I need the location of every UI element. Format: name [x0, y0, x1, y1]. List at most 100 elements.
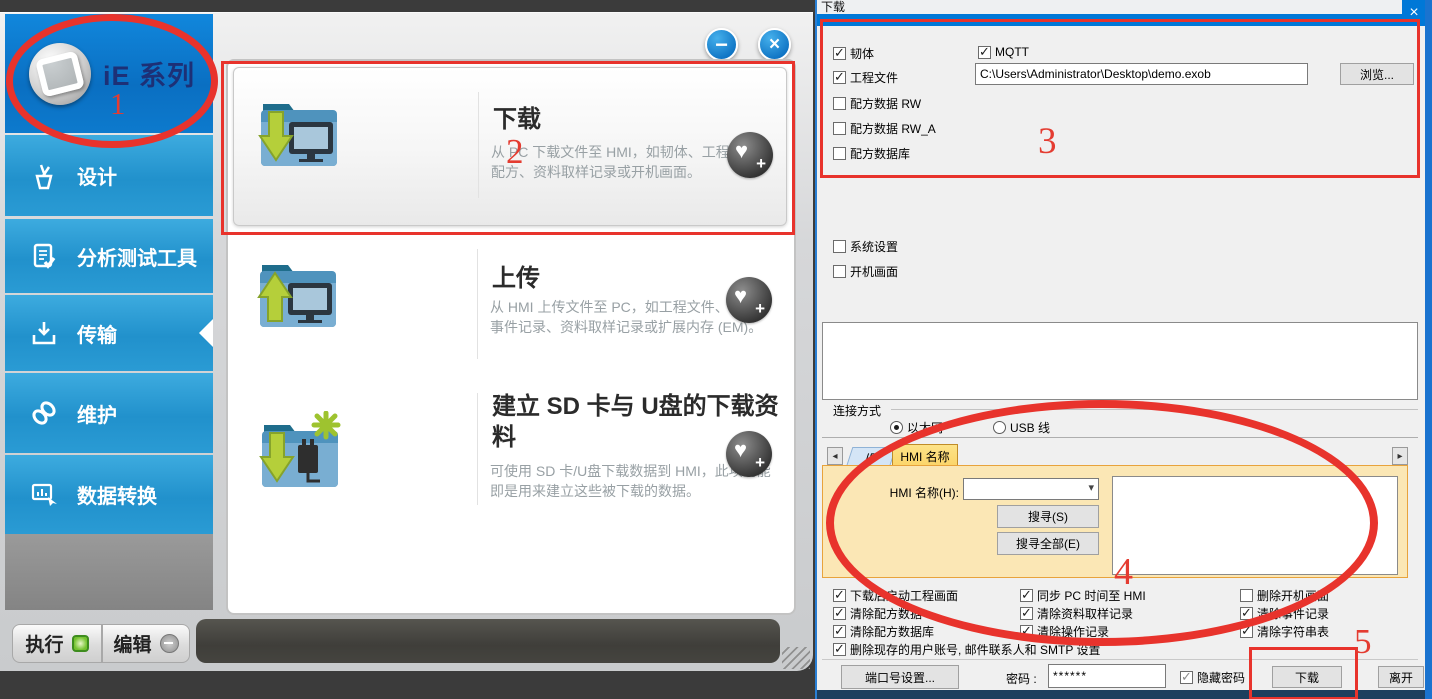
tab-scroll-right-button[interactable]: ▸	[1392, 447, 1408, 465]
checkbox-box	[1020, 589, 1033, 602]
checkbox-label: 隐藏密码	[1197, 669, 1245, 686]
radio-ring	[890, 421, 903, 434]
hmi-name-combobox[interactable]: ▾	[963, 478, 1099, 500]
checkbox-label: MQTT	[995, 45, 1029, 59]
search-all-button[interactable]: 搜寻全部(E)	[997, 532, 1099, 555]
heart-icon: ♥	[734, 283, 747, 309]
edit-button[interactable]: 编辑	[102, 624, 190, 663]
plus-icon: +	[756, 154, 766, 174]
close-icon: ×	[769, 34, 780, 56]
port-settings-label: 端口号设置...	[865, 669, 935, 686]
brand-logo-icon	[29, 43, 91, 105]
sidebar-item-analysis-tools[interactable]: 分析测试工具	[5, 219, 213, 293]
dialog-left-frame	[815, 0, 817, 699]
checkbox-recipe-rw-a[interactable]: 配方数据 RW_A	[833, 120, 936, 137]
sidebar-item-label: 数据转换	[77, 480, 157, 509]
search-button[interactable]: 搜寻(S)	[997, 505, 1099, 528]
checkbox-label: 清除配方数据库	[850, 623, 934, 640]
design-pen-icon	[29, 161, 59, 191]
checkbox-box	[978, 46, 991, 59]
checkbox-run-project-after-download[interactable]: 下载后启动工程画面	[833, 587, 958, 604]
checkbox-clear-recipe-data[interactable]: 清除配方数据	[833, 605, 922, 622]
checkbox-firmware[interactable]: 韧体	[833, 45, 874, 62]
card-upload[interactable]: 上传 从 HMI 上传文件至 PC，如工程文件、配方、 事件记录、资料取样记录或…	[233, 233, 785, 389]
message-listbox[interactable]	[822, 322, 1418, 400]
sidebar-item-transfer[interactable]: 传输	[5, 295, 213, 371]
checkbox-label: 配方数据 RW_A	[850, 120, 936, 137]
chevron-down-icon: ▾	[1088, 481, 1094, 494]
sidebar-item-data-conversion[interactable]: 数据转换	[5, 455, 213, 534]
transfer-download-icon	[29, 318, 59, 348]
checkbox-box	[833, 625, 846, 638]
sidebar-item-design[interactable]: 设计	[5, 135, 213, 216]
checkbox-recipe-db[interactable]: 配方数据库	[833, 145, 910, 162]
password-input[interactable]	[1048, 664, 1166, 688]
checkbox-label: 开机画面	[850, 263, 898, 280]
close-button[interactable]: ×	[758, 28, 791, 61]
plus-icon: +	[755, 453, 765, 473]
card-title: 下载	[493, 104, 541, 135]
favorite-add-icon[interactable]: ♥ +	[726, 277, 772, 323]
checkbox-delete-boot-screen[interactable]: 删除开机画面	[1240, 587, 1329, 604]
checkbox-label: 系统设置	[850, 238, 898, 255]
maintenance-link-icon	[29, 398, 59, 428]
heart-icon: ♥	[734, 437, 747, 463]
checkbox-clear-operation-log[interactable]: 清除操作记录	[1020, 623, 1109, 640]
dialog-close-button[interactable]: ×	[1404, 2, 1424, 24]
checkbox-clear-sampling-records[interactable]: 清除资料取样记录	[1020, 605, 1133, 622]
project-path-input[interactable]	[975, 63, 1308, 85]
favorite-add-icon[interactable]: ♥ +	[726, 431, 772, 477]
checkbox-box	[1180, 671, 1193, 684]
checkbox-box	[1240, 607, 1253, 620]
tab-hmi-name[interactable]: HMI 名称	[892, 444, 958, 467]
checkbox-clear-event-log[interactable]: 清除事件记录	[1240, 605, 1329, 622]
checkbox-clear-recipe-database[interactable]: 清除配方数据库	[833, 623, 934, 640]
hmi-name-label: HMI 名称(H):	[867, 484, 959, 501]
status-bar	[196, 619, 780, 663]
card-download[interactable]: 下载 从 PC 下载文件至 HMI，如韧体、工程文件、 配方、资料取样记录或开机…	[233, 67, 787, 226]
radio-label: USB 线	[1010, 419, 1050, 436]
checkbox-clear-string-table[interactable]: 清除字符串表	[1240, 623, 1329, 640]
footer-separator	[822, 659, 1418, 660]
checkbox-system-settings[interactable]: 系统设置	[833, 238, 898, 255]
sidebar-item-label: 分析测试工具	[77, 242, 197, 271]
checkbox-mqtt[interactable]: MQTT	[978, 45, 1029, 59]
download-dialog: 下载 × 韧体 MQTT 工程文件 浏览... 配方数据 RW 配方数据 RW_…	[815, 0, 1432, 699]
checkbox-recipe-rw[interactable]: 配方数据 RW	[833, 95, 921, 112]
connection-group-label: 连接方式	[833, 402, 881, 419]
sidebar-item-maintenance[interactable]: 维护	[5, 373, 213, 453]
checkbox-label: 下载后启动工程画面	[850, 587, 958, 604]
hmi-result-listbox[interactable]	[1112, 476, 1398, 575]
sidebar-item-label: 维护	[77, 399, 117, 428]
browse-button[interactable]: 浏览...	[1340, 63, 1414, 85]
checkbox-label: 工程文件	[850, 69, 898, 86]
port-settings-button[interactable]: 端口号设置...	[841, 665, 959, 689]
resize-grip-icon[interactable]	[782, 647, 810, 669]
favorite-add-icon[interactable]: ♥ +	[727, 132, 773, 178]
radio-usb[interactable]: USB 线	[993, 419, 1050, 436]
sidebar-brand: iE 系列	[5, 14, 213, 133]
download-folder-icon	[253, 96, 345, 180]
upload-folder-icon	[252, 257, 344, 341]
run-button-label: 执行	[25, 630, 63, 657]
card-sd-usb[interactable]: 建立 SD 卡与 U盘的下载资料 可使用 SD 卡/U盘下载数据到 HMI，此项…	[233, 391, 785, 549]
checkbox-project-file[interactable]: 工程文件	[833, 69, 898, 86]
checkbox-label: 配方数据 RW	[850, 95, 921, 112]
checkbox-label: 清除事件记录	[1257, 605, 1329, 622]
minimize-button[interactable]: −	[705, 28, 738, 61]
sidebar-item-label: 设计	[77, 161, 117, 190]
checkbox-delete-user-accounts[interactable]: 删除现存的用户账号, 邮件联系人和 SMTP 设置	[833, 641, 1100, 658]
checkbox-box	[833, 643, 846, 656]
dialog-bottom-frame	[815, 690, 1432, 699]
radio-ethernet[interactable]: 以太网	[890, 419, 943, 436]
download-button[interactable]: 下载	[1272, 666, 1342, 688]
run-button[interactable]: 执行	[12, 624, 102, 663]
exit-button[interactable]: 离开	[1378, 666, 1424, 688]
checkbox-box	[1020, 625, 1033, 638]
checkbox-boot-screen[interactable]: 开机画面	[833, 263, 898, 280]
checkbox-sync-pc-time[interactable]: 同步 PC 时间至 HMI	[1020, 587, 1146, 604]
checkbox-hide-password[interactable]: 隐藏密码	[1180, 669, 1245, 686]
browse-button-label: 浏览...	[1360, 66, 1394, 83]
checkbox-label: 清除配方数据	[850, 605, 922, 622]
tab-scroll-left-button[interactable]: ◂	[827, 447, 843, 465]
